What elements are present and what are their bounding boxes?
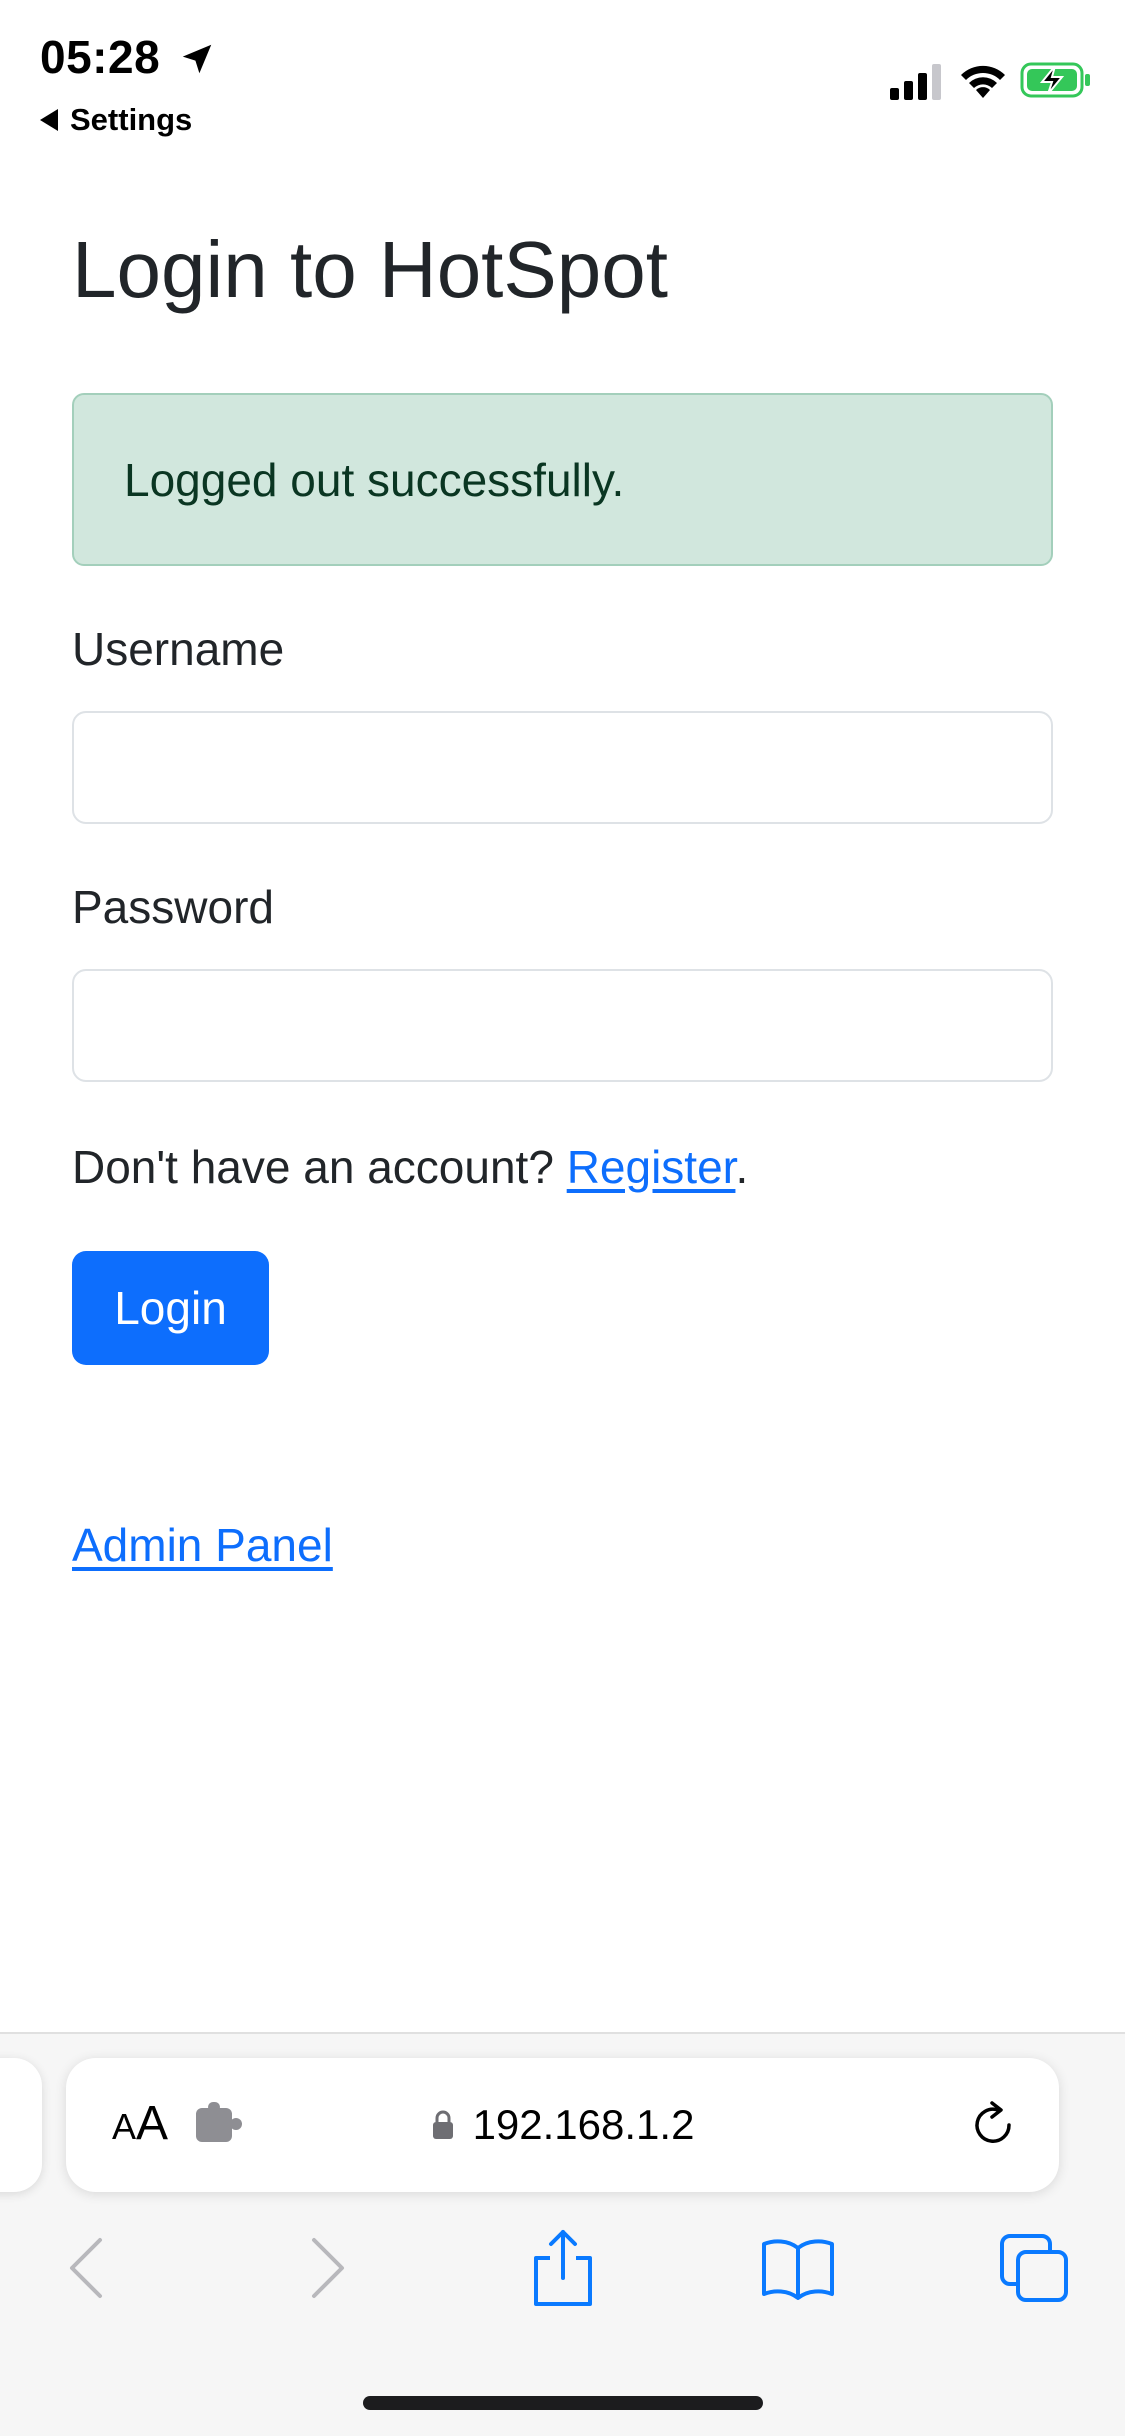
- register-prompt-text: Don't have an account?: [72, 1141, 567, 1193]
- logout-success-alert: Logged out successfully.: [72, 393, 1053, 566]
- register-suffix: .: [735, 1141, 749, 1193]
- location-arrow-icon: [182, 44, 212, 74]
- status-time: 05:28: [40, 31, 161, 83]
- chevron-left-icon[interactable]: [64, 2236, 108, 2300]
- cellular-signal-icon: [890, 64, 941, 100]
- back-triangle-icon: [40, 109, 58, 131]
- admin-panel-link[interactable]: Admin Panel: [72, 1518, 333, 1572]
- battery-charging-icon: [1020, 62, 1090, 98]
- home-indicator[interactable]: [363, 2396, 763, 2410]
- password-label: Password: [72, 881, 274, 933]
- username-label: Username: [72, 623, 285, 675]
- back-settings-label: Settings: [70, 102, 193, 137]
- share-icon[interactable]: [530, 2228, 596, 2308]
- chevron-right-icon[interactable]: [306, 2236, 350, 2300]
- page-title: Login to HotSpot: [72, 225, 668, 314]
- puzzle-extension-icon[interactable]: [194, 2102, 244, 2146]
- previous-tab-preview[interactable]: [0, 2058, 42, 2192]
- status-bar: 05:28 Settings: [0, 0, 1125, 160]
- reload-icon[interactable]: [966, 2098, 1020, 2152]
- text-size-button[interactable]: AA: [112, 2096, 168, 2151]
- address-bar[interactable]: AA 192.168.1.2: [66, 2058, 1059, 2192]
- register-prompt: Don't have an account? Register.: [72, 1140, 748, 1194]
- login-button[interactable]: Login: [72, 1251, 269, 1365]
- register-link[interactable]: Register: [567, 1141, 736, 1193]
- back-to-settings-button[interactable]: Settings: [40, 100, 192, 140]
- username-input[interactable]: [72, 711, 1053, 824]
- lock-icon: [432, 2110, 453, 2139]
- url-text: 192.168.1.2: [472, 2101, 695, 2148]
- wifi-icon: [961, 65, 1005, 98]
- password-input[interactable]: [72, 969, 1053, 1082]
- book-icon[interactable]: [760, 2236, 836, 2300]
- tabs-icon[interactable]: [998, 2232, 1070, 2304]
